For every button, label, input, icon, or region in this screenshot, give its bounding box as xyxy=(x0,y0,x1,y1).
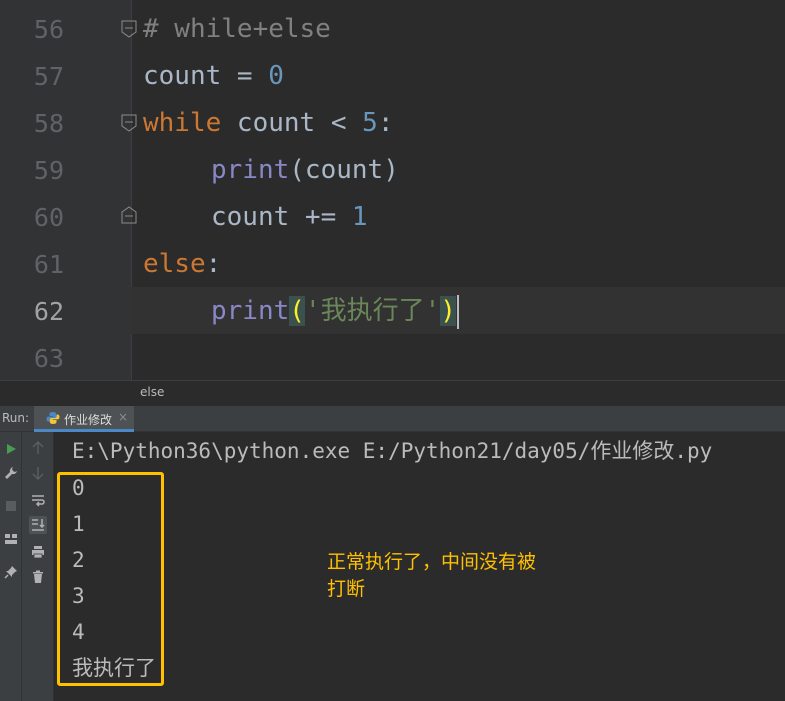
stop-icon[interactable] xyxy=(2,497,20,515)
print-icon[interactable] xyxy=(29,543,47,561)
code-editor[interactable]: 56 57 58 59 60 61 62 63 # while+else cou… xyxy=(0,0,785,380)
builtin-function: print xyxy=(211,296,290,326)
keyword: while xyxy=(143,108,222,138)
identifier: count xyxy=(211,202,290,232)
code-line-60: count += 1 xyxy=(211,194,368,241)
string-literal: '我执行了' xyxy=(304,296,441,326)
number-literal: 1 xyxy=(351,202,368,232)
breadcrumb-item[interactable]: else xyxy=(140,385,164,399)
soft-wrap-icon[interactable] xyxy=(29,491,47,509)
line-number: 59 xyxy=(33,156,64,185)
code-line-56: # while+else xyxy=(143,6,331,53)
code-line-62: print('我执行了') xyxy=(211,288,459,335)
comment: # while+else xyxy=(143,14,331,44)
code-line-59: print(count) xyxy=(211,147,399,194)
line-number: 56 xyxy=(33,15,64,44)
run-tab[interactable]: 作业修改 × xyxy=(34,406,134,432)
run-toolwindow-header: Run: 作业修改 × xyxy=(0,406,785,432)
run-label: Run: xyxy=(2,411,30,425)
matched-paren: ) xyxy=(440,296,456,326)
matched-paren: ( xyxy=(289,296,305,326)
number-literal: 0 xyxy=(268,61,284,91)
run-icon[interactable] xyxy=(2,440,20,458)
line-number: 61 xyxy=(33,250,64,279)
operator: = xyxy=(221,61,269,91)
code-line-57: count = 0 xyxy=(143,53,284,100)
console-command: E:\Python36\python.exe E:/Python21/day05… xyxy=(72,439,713,463)
number-literal: 5 xyxy=(362,108,378,138)
close-icon[interactable]: × xyxy=(118,410,128,424)
annotation-highlight-box xyxy=(57,472,164,686)
line-number: 58 xyxy=(33,109,64,138)
operator: += xyxy=(289,202,352,232)
wrench-icon[interactable] xyxy=(2,464,20,482)
editor-left-strip xyxy=(0,0,24,380)
arguments: (count) xyxy=(289,155,399,185)
down-arrow-icon[interactable] xyxy=(29,464,47,482)
annotation-note: 正常执行了，中间没有被 打断 xyxy=(327,549,577,603)
code-line-58: while count < 5: xyxy=(143,100,393,147)
line-number: 63 xyxy=(33,344,64,373)
builtin-function: print xyxy=(211,155,290,185)
run-tab-title: 作业修改 xyxy=(64,413,113,427)
run-toolbar-primary xyxy=(0,432,22,701)
run-toolbar-secondary xyxy=(22,432,54,701)
up-arrow-icon[interactable] xyxy=(29,439,47,457)
text-caret xyxy=(456,294,459,329)
fold-icon[interactable] xyxy=(120,114,138,132)
trash-icon[interactable] xyxy=(29,568,47,586)
line-number: 57 xyxy=(33,62,64,91)
scroll-to-end-icon[interactable] xyxy=(29,516,47,534)
python-icon xyxy=(46,412,60,424)
keyword: else xyxy=(143,249,206,279)
pin-icon[interactable] xyxy=(2,563,20,581)
colon: : xyxy=(205,249,222,279)
code-line-61: else: xyxy=(143,241,221,288)
line-number-current: 62 xyxy=(33,297,64,326)
layout-icon[interactable] xyxy=(2,530,20,548)
expression: count < xyxy=(221,108,363,138)
breadcrumb: else xyxy=(0,380,785,406)
fold-icon[interactable] xyxy=(120,20,138,38)
colon: : xyxy=(377,108,394,138)
annotation-line: 打断 xyxy=(327,578,366,600)
identifier: count xyxy=(143,61,222,91)
annotation-line: 正常执行了，中间没有被 xyxy=(327,551,537,573)
line-number: 60 xyxy=(33,203,64,232)
fold-icon[interactable] xyxy=(120,206,138,224)
